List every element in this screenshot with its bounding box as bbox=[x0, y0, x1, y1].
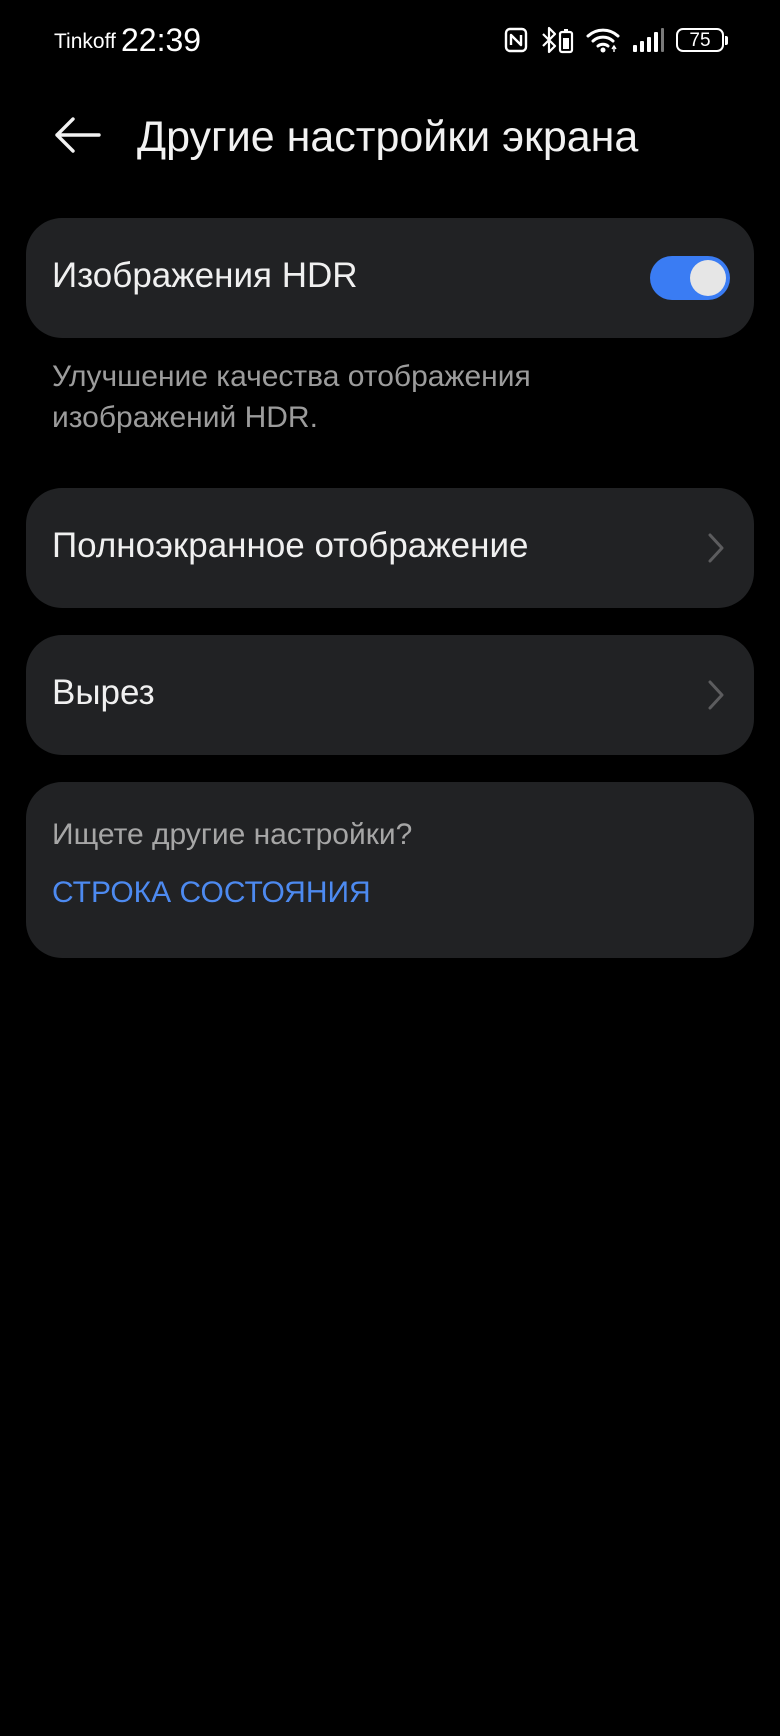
other-settings-card: Ищете другие настройки? СТРОКА СОСТОЯНИЯ bbox=[26, 782, 754, 958]
status-bar-settings-link[interactable]: СТРОКА СОСТОЯНИЯ bbox=[52, 876, 371, 910]
arrow-left-icon bbox=[53, 115, 101, 160]
bluetooth-battery-icon bbox=[540, 26, 574, 54]
page-title: Другие настройки экрана bbox=[137, 113, 639, 161]
hdr-description: Улучшение качества отображения изображен… bbox=[52, 360, 531, 434]
fullscreen-display-label: Полноэкранное отображение bbox=[52, 526, 529, 565]
battery-icon: 75 bbox=[676, 28, 728, 52]
wifi-icon bbox=[586, 27, 620, 53]
fullscreen-display-item[interactable]: Полноэкранное отображение bbox=[26, 488, 754, 608]
carrier-name: Tinkoff bbox=[54, 30, 116, 53]
notch-item[interactable]: Вырез bbox=[26, 635, 754, 755]
nfc-icon bbox=[504, 27, 528, 53]
status-bar: Tinkoff 22:39 75 bbox=[0, 0, 780, 80]
signal-icon bbox=[632, 27, 664, 53]
chevron-right-icon bbox=[708, 533, 724, 563]
status-time: 22:39 bbox=[121, 22, 202, 58]
hdr-images-toggle[interactable] bbox=[650, 256, 730, 300]
hdr-images-setting[interactable]: Изображения HDR bbox=[26, 218, 754, 338]
toggle-knob bbox=[690, 260, 726, 296]
hdr-images-label: Изображения HDR bbox=[52, 256, 358, 295]
back-button[interactable] bbox=[44, 104, 110, 170]
notch-label: Вырез bbox=[52, 673, 155, 712]
other-settings-question: Ищете другие настройки? bbox=[52, 818, 413, 851]
chevron-right-icon bbox=[708, 680, 724, 710]
status-icons: 75 bbox=[504, 24, 728, 56]
